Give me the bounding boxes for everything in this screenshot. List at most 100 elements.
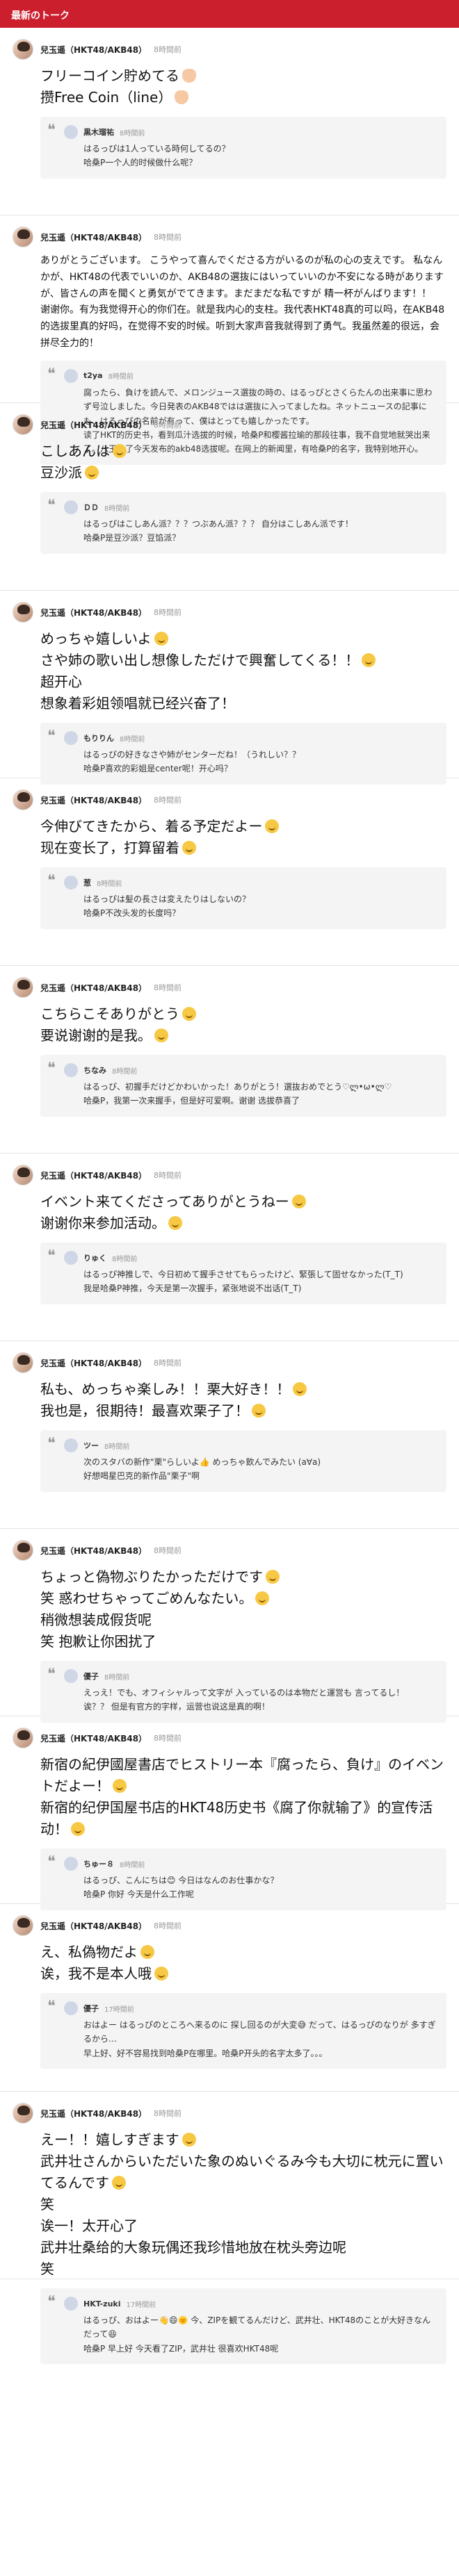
reply-avatar: [64, 876, 78, 889]
talk-post[interactable]: 兒玉遥（HKT48/AKB48） 8時間前 新宿の紀伊國屋書店でヒストリー本『腐…: [0, 1716, 459, 1910]
author-name[interactable]: 兒玉遥（HKT48/AKB48）: [40, 1357, 147, 1369]
avatar[interactable]: [13, 1728, 33, 1748]
message-line: 诶一！太开心了: [40, 2217, 138, 2234]
reply-line: 诶？？ 但是有官方的字样，运营也说这是真的啊！: [83, 1702, 270, 1712]
quote-icon: ❝: [47, 728, 56, 745]
reply-avatar: [64, 2001, 78, 2015]
message-line: さや姉の歌い出し想像しただけで興奮してくる！！: [40, 650, 446, 671]
message-line: 诶，我不是本人哦: [40, 1963, 446, 1985]
quoted-reply: ❝ 黒木瑠祐 8時間前 はるっぴは1人っている時何してるの？ 哈桑P一个人的时候做…: [40, 117, 446, 179]
message-line: フリーコイン貯めてる: [40, 65, 446, 87]
message-line: 武井壮桑给的大象玩偶还我珍惜地放在枕头旁边呢: [40, 2239, 346, 2256]
message-line: めっちゃ嬉しいよ: [40, 628, 446, 650]
post-message: えー！！嬉しすぎます 武井壮さんからいただいた象のぬいぐるみ今も大切に枕元に置いて…: [40, 2129, 446, 2280]
reply-avatar: [64, 1063, 78, 1077]
reply-header: もりりん 8時間前: [64, 731, 437, 745]
message-line: 豆沙派: [40, 462, 446, 484]
reply-line: 哈桑P，我第一次来握手，但是好可爱啊。谢谢 选拔恭喜了: [83, 1096, 300, 1106]
reply-text: 次のスタバの新作"栗"らしいよ👍 めっちゃ飲んでみたい (a∀a) 好想喝星巴克的…: [83, 1455, 437, 1484]
emoji-icon: [140, 1945, 154, 1959]
talk-post[interactable]: 兒玉遥（HKT48/AKB48） 8時間前 めっちゃ嬉しいよ さや姉の歌い出し想像…: [0, 591, 459, 785]
post-message: こしあんは 豆沙派: [40, 441, 446, 484]
quoted-reply: ❝ 葱 8時間前 はるっぴは髪の長さは変えたりはしないの？ 哈桑P不改头发的长度吗…: [40, 867, 446, 929]
author-name[interactable]: 兒玉遥（HKT48/AKB48）: [40, 419, 147, 431]
talk-post[interactable]: 兒玉遥（HKT48/AKB48） 8時間前 ありがとうございます。 こうやって喜…: [0, 215, 459, 465]
avatar[interactable]: [13, 414, 33, 435]
post-time: 8時間前: [154, 233, 182, 242]
post-message: フリーコイン貯めてる 攒Free Coin（line）: [40, 65, 446, 108]
reply-line: はるっぴの好きなさや姉がセンターだね！（うれしい？？: [83, 750, 301, 760]
reply-author: ちゅー８: [83, 1860, 114, 1869]
reply-avatar: [64, 2297, 78, 2311]
reply-avatar: [64, 731, 78, 745]
avatar[interactable]: [13, 1165, 33, 1186]
section-header: 最新のトーク: [0, 0, 459, 28]
post-header: 兒玉遥（HKT48/AKB48） 8時間前: [13, 2103, 446, 2124]
talk-post[interactable]: 兒玉遥（HKT48/AKB48） 8時間前 こしあんは 豆沙派 ❝ ＤＤ 8時間前…: [0, 403, 459, 591]
avatar[interactable]: [13, 1352, 33, 1373]
post-time: 8時間前: [154, 796, 182, 805]
emoji-icon: [154, 1967, 168, 1980]
reply-author: t2ya: [83, 371, 103, 381]
reply-author: 黒木瑠祐: [83, 128, 114, 137]
author-name[interactable]: 兒玉遥（HKT48/AKB48）: [40, 231, 147, 243]
reply-text: はるっぴ、こんにちは😊 今日はなんのお仕事かな？ 哈桑P 你好 今天是什么工作呢: [83, 1873, 437, 1902]
reply-time: 8時間前: [108, 373, 134, 382]
author-name[interactable]: 兒玉遥（HKT48/AKB48）: [40, 1170, 147, 1181]
quoted-reply: ❝ ちゅー８ 8時間前 はるっぴ、こんにちは😊 今日はなんのお仕事かな？ 哈桑P …: [40, 1848, 446, 1910]
avatar[interactable]: [13, 1915, 33, 1936]
reply-time: 8時間前: [104, 1443, 130, 1451]
talk-post[interactable]: 兒玉遥（HKT48/AKB48） 8時間前 こちらこそありがとう 要说谢谢的是我。…: [0, 966, 459, 1154]
avatar[interactable]: [13, 39, 33, 60]
author-name[interactable]: 兒玉遥（HKT48/AKB48）: [40, 2108, 147, 2119]
post-header: 兒玉遥（HKT48/AKB48） 8時間前: [13, 977, 446, 998]
reply-time: 17時間前: [126, 2301, 156, 2309]
avatar[interactable]: [13, 227, 33, 247]
talk-post[interactable]: 兒玉遥（HKT48/AKB48） 8時間前 イベント来てくださってありがとうねー…: [0, 1154, 459, 1341]
talk-post[interactable]: 兒玉遥（HKT48/AKB48） 8時間前 え、私偽物だよ 诶，我不是本人哦 ❝ …: [0, 1904, 459, 2092]
post-time: 8時間前: [154, 45, 182, 54]
post-header: 兒玉遥（HKT48/AKB48） 8時間前: [13, 789, 446, 810]
quote-icon: ❝: [47, 122, 56, 139]
reply-header: ちゅー８ 8時間前: [64, 1857, 437, 1871]
talk-post[interactable]: 兒玉遥（HKT48/AKB48） 8時間前 今伸びてきたから、着る予定だよー 现在…: [0, 778, 459, 966]
reply-time: 8時間前: [120, 1861, 145, 1869]
talk-post[interactable]: 兒玉遥（HKT48/AKB48） 8時間前 フリーコイン貯めてる 攒Free Co…: [0, 28, 459, 215]
reply-avatar: [64, 500, 78, 514]
talk-post[interactable]: 兒玉遥（HKT48/AKB48） 8時間前 私も、めっちゃ楽しみ！！栗大好き！！…: [0, 1341, 459, 1529]
message-line: 现在变长了，打算留着: [40, 837, 446, 859]
avatar[interactable]: [13, 789, 33, 810]
reply-header: 優子 8時間前: [64, 1669, 437, 1683]
post-header: 兒玉遥（HKT48/AKB48） 8時間前: [13, 1915, 446, 1936]
quote-icon: ❝: [47, 1853, 56, 1871]
author-name[interactable]: 兒玉遥（HKT48/AKB48）: [40, 1920, 147, 1932]
avatar[interactable]: [13, 602, 33, 623]
reply-line: 早上好、好不容易找到哈桑P在哪里。哈桑P开头的名字太多了。。。: [83, 2048, 328, 2058]
author-name[interactable]: 兒玉遥（HKT48/AKB48）: [40, 794, 147, 806]
post-time: 8時間前: [154, 2109, 182, 2118]
reply-text: はるっぴ、おはよー👋😄🌞 今、ZIPを観てるんだけど、武井壮、HKT48のことが…: [83, 2313, 437, 2356]
message-line: 谢谢你。有为我觉得开心的你们在。就是我内心的支柱。我代表HKT48真的可以吗，在…: [40, 304, 445, 349]
message-line: ありがとうございます。 こうやって喜んでくださる方がいるのが私の心の支えです。 …: [40, 255, 444, 300]
author-name[interactable]: 兒玉遥（HKT48/AKB48）: [40, 607, 147, 618]
post-header: 兒玉遥（HKT48/AKB48） 8時間前: [13, 39, 446, 60]
emoji-icon: [154, 632, 168, 646]
avatar[interactable]: [13, 977, 33, 998]
quoted-reply: ❝ HKT-zuki 17時間前 はるっぴ、おはよー👋😄🌞 今、ZIPを観てるん…: [40, 2288, 446, 2365]
section-title: 最新のトーク: [11, 10, 70, 22]
avatar[interactable]: [13, 1540, 33, 1561]
reply-header: t2ya 8時間前: [64, 368, 437, 383]
message-line: 笑 抱歉让你困扰了: [40, 1633, 156, 1650]
author-name[interactable]: 兒玉遥（HKT48/AKB48）: [40, 982, 147, 994]
author-name[interactable]: 兒玉遥（HKT48/AKB48）: [40, 1732, 147, 1744]
author-name[interactable]: 兒玉遥（HKT48/AKB48）: [40, 44, 147, 56]
message-line: え、私偽物だよ: [40, 1942, 446, 1963]
reply-avatar: [64, 368, 78, 383]
quoted-reply: ❝ 優子 17時間前 おはよー はるっぴのところへ来るのに 探し回るのが大変😅 …: [40, 1993, 446, 2069]
talk-post[interactable]: 兒玉遥（HKT48/AKB48） 8時間前 ちょっと偽物ぶりたかっただけです笑 …: [0, 1529, 459, 1723]
reply-author: ツー: [83, 1441, 99, 1450]
talk-post[interactable]: 兒玉遥（HKT48/AKB48） 8時間前 えー！！嬉しすぎます 武井壮さんからい…: [0, 2092, 459, 2365]
quote-icon: ❝: [47, 2293, 56, 2311]
author-name[interactable]: 兒玉遥（HKT48/AKB48）: [40, 1545, 147, 1557]
avatar[interactable]: [13, 2103, 33, 2124]
